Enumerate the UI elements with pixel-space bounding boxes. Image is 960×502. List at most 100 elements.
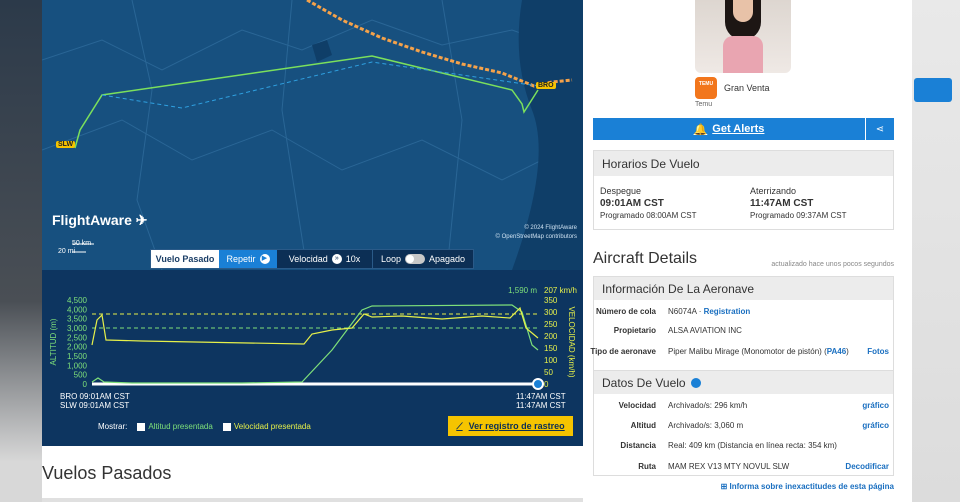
speed-label: Velocidad [288,254,328,264]
loop-label: Loop [380,254,401,264]
past-flights-heading: Vuelos Pasados [42,463,172,483]
loop-toggle[interactable] [404,254,425,264]
past-flights-divider [42,498,583,502]
flight-data-header: Datos De Vuelo [594,371,893,394]
loop-state: Apagado [428,254,466,264]
flight-data-title: Datos De Vuelo [602,375,686,390]
altitude-tick: 500 [74,371,88,380]
schedule-box: Horarios De Vuelo Despegue 09:01AM CST P… [593,150,894,230]
speed-tick: 0 [544,380,549,389]
report-label: Informa sobre inexactitudes de esta pági… [729,482,895,491]
arrival-time: 11:47AM CST [750,198,814,209]
altitude-tick: 4,500 [67,296,88,305]
track-log-button[interactable]: ⟋ Ver registro de rastreo [448,416,573,436]
show-speed-option[interactable]: Velocidad presentada [222,422,311,431]
temu-logo-text: TEMU [698,81,714,87]
tail-key: Número de cola [595,307,656,316]
temu-logo[interactable]: TEMU [695,77,717,99]
aircraft-details-title: Aircraft Details [593,250,698,267]
altitude-value: Archivado/s: 3,060 m [668,421,744,430]
dest-airport-label[interactable]: SLW [56,141,76,148]
registration-link[interactable]: Registration [704,307,751,316]
speed-tick: 200 [544,332,558,341]
share-icon: ⋖ [875,123,885,135]
speed-control[interactable]: Velocidad» 10x [277,250,373,268]
show-options: Mostrar: Altitud presentada Velocidad pr… [98,422,311,431]
ad-image[interactable] [695,0,791,73]
altitude-axis-label: ALTITUD (m) [49,318,58,365]
credit-osm[interactable]: © OpenStreetMap contributors [496,233,577,242]
loop-control[interactable]: Loop Apagado [373,250,473,268]
aircraft-info-title: Información De La Aeronave [594,277,893,300]
speed-key: Velocidad [618,401,656,410]
flightaware-logo: FlightAware ✈ [52,212,148,229]
playback-controls: Vuelo Pasado Repetir ▶ Velocidad» 10x Loop… [150,249,474,269]
show-label: Mostrar: [98,422,128,431]
settings-icon[interactable] [690,377,701,388]
dest-time-start: SLW 09:01AM CST [60,401,130,410]
show-speed-label: Velocidad presentada [233,422,311,431]
repeat-button[interactable]: Repetir ▶ [219,250,277,268]
brand-text: FlightAware [52,212,132,228]
speed-value: 10x [345,254,361,264]
altitude-checkbox[interactable] [137,422,146,431]
route-value: MAM REX V13 MTY NOVUL SLW [668,462,790,471]
show-altitude-option[interactable]: Altitud presentada [137,422,213,431]
schedule-title: Horarios De Vuelo [594,151,893,176]
type-key: Tipo de aeronave [590,347,656,356]
type-text: Piper Malibu Mirage (Monomotor de pistón… [668,347,827,356]
altitude-key: Altitud [630,421,656,430]
origin-airport-label[interactable]: BRO [536,82,556,89]
arrival-col: Aterrizando 11:47AM CST Programado 09:37… [750,185,847,222]
altitude-tick: 4,000 [67,305,88,314]
departure-label: Despegue [600,186,642,196]
ad-brand-caption: Temu [695,101,713,108]
show-altitude-label: Altitud presentada [148,422,213,431]
play-icon: ▶ [259,254,270,264]
speed-value: Archivado/s: 296 km/h [668,401,748,410]
bell-icon: 🔔 [693,123,708,136]
tail-separator: · [696,307,704,316]
ad-title[interactable]: Gran Venta [724,83,770,93]
scale-km: 50 km [72,240,92,247]
background-left [0,0,42,502]
aircraft-info-box: Información De La Aeronave Número de col… [590,276,894,374]
speed-checkbox[interactable] [222,422,231,431]
map-scale: 50 km 20 mi [52,240,91,255]
distance-value: Real: 409 km (Distancia en línea recta: … [668,441,837,450]
speed-graph-link[interactable]: gráfico [862,401,889,410]
origin-time: BRO 09:01AM CST [60,392,130,401]
get-alerts-button[interactable]: 🔔 Get Alerts [593,118,865,140]
distance-key: Distancia [620,441,656,450]
speed-tick: 150 [544,344,558,353]
speed-tick: 50 [544,368,553,377]
updated-note: actualizado hace unos pocos segundos [771,261,894,268]
owner-value: ALSA AVIATION INC [668,326,742,335]
altitude-tick: 3,000 [67,324,88,333]
graph-start-times: BRO 09:01AM CST SLW 09:01AM CST [60,392,130,410]
altitude-graph-link[interactable]: gráfico [862,421,889,430]
altitude-tick: 1,000 [67,361,88,370]
flight-data-box: Datos De Vuelo Velocidad Archivado/s: 29… [593,370,894,476]
altitude-tick: 3,500 [67,315,88,324]
past-flight-tab[interactable]: Vuelo Pasado [151,250,219,268]
type-code-link[interactable]: PA46 [827,347,846,356]
flight-map[interactable]: SLW BRO FlightAware ✈ 50 km 20 mi © 2024 … [42,0,583,270]
altitude-tick: 2,500 [67,333,88,342]
speed-tick: 300 [544,308,558,317]
speed-tick: 250 [544,320,558,329]
current-speed: 207 km/h [544,286,577,295]
end-time-1: 11:47AM CST [516,392,566,401]
end-time-2: 11:47AM CST [516,401,566,410]
owner-key: Propietario [613,326,656,335]
departure-scheduled: Programado 08:00AM CST [600,211,697,220]
get-alerts-label: Get Alerts [712,123,765,135]
share-button[interactable]: ⋖ [866,118,894,140]
decode-link[interactable]: Decodificar [845,462,889,471]
photos-link[interactable]: Fotos [867,347,889,356]
credit-flightaware: © 2024 FlightAware [524,225,577,231]
background-right [912,0,960,502]
altitude-tick: 1,500 [67,352,88,361]
current-altitude: 1,590 m [508,286,537,295]
report-inaccuracy-link[interactable]: ⊞ Informa sobre inexactitudes de esta pá… [721,482,894,491]
